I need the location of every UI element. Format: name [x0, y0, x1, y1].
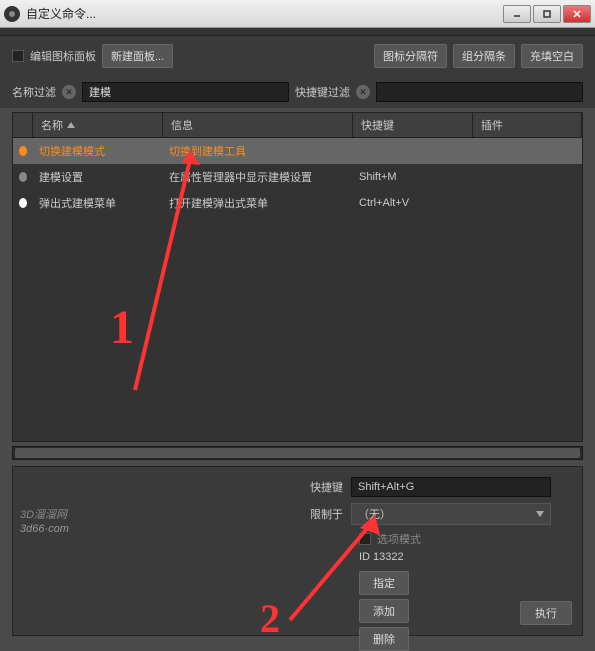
window-title: 自定义命令...: [26, 5, 503, 22]
filter-row: 名称过滤 ✕ 快捷键过滤 ✕: [0, 76, 595, 108]
details-panel: 快捷键 限制于 （无） 选项模式 ID 13322 指定 添加 删除 执行: [12, 466, 583, 636]
restrict-value: （无）: [358, 506, 391, 522]
edit-palette-checkbox[interactable]: [12, 50, 24, 62]
table-row[interactable]: 弹出式建模菜单 打开建模弹出式菜单 Ctrl+Alt+V: [13, 190, 582, 216]
toggle-icon: [19, 146, 27, 156]
id-text: ID 13322: [359, 551, 551, 563]
name-filter-label: 名称过滤: [12, 84, 56, 100]
shortcut-filter-input[interactable]: [376, 82, 583, 102]
shortcut-input[interactable]: [351, 477, 551, 497]
cell-shortcut: [353, 140, 473, 162]
th-plugin[interactable]: 插件: [473, 113, 582, 137]
fill-blank-button[interactable]: 充填空白: [521, 44, 583, 68]
th-info[interactable]: 信息: [163, 113, 353, 137]
new-palette-button[interactable]: 新建面板...: [102, 44, 173, 68]
table-row[interactable]: 切换建模模式 切换到建模工具: [13, 138, 582, 164]
clear-name-filter-icon[interactable]: ✕: [62, 85, 76, 99]
delete-button[interactable]: 删除: [359, 627, 409, 651]
cell-name: 弹出式建模菜单: [33, 192, 163, 214]
cell-shortcut: Shift+M: [353, 166, 473, 188]
th-name-label: 名称: [41, 117, 63, 133]
assign-button[interactable]: 指定: [359, 571, 409, 595]
option-mode-checkbox[interactable]: [359, 533, 371, 545]
option-mode-label: 选项模式: [377, 531, 421, 547]
group-separator-button[interactable]: 组分隔条: [453, 44, 515, 68]
grip-bar: [0, 28, 595, 36]
icon-separator-button[interactable]: 图标分隔符: [374, 44, 447, 68]
window-buttons: [503, 5, 591, 23]
maximize-button[interactable]: [533, 5, 561, 23]
name-filter-input[interactable]: [82, 82, 289, 102]
scrollbar-thumb[interactable]: [15, 448, 580, 458]
th-name[interactable]: 名称: [33, 113, 163, 137]
cell-name: 切换建模模式: [33, 140, 163, 162]
cell-info: 切换到建模工具: [163, 140, 353, 162]
shortcut-form-label: 快捷键: [303, 479, 343, 495]
th-check: [13, 113, 33, 137]
edit-palette-label: 编辑图标面板: [30, 48, 96, 64]
toolbar: 编辑图标面板 新建面板... 图标分隔符 组分隔条 充填空白: [0, 36, 595, 76]
gear-icon: [19, 172, 27, 182]
restrict-dropdown[interactable]: （无）: [351, 503, 551, 525]
minimize-button[interactable]: [503, 5, 531, 23]
app-icon: [4, 6, 20, 22]
th-shortcut[interactable]: 快捷键: [353, 113, 473, 137]
add-button[interactable]: 添加: [359, 599, 409, 623]
titlebar: 自定义命令...: [0, 0, 595, 28]
shortcut-filter-label: 快捷键过滤: [295, 84, 350, 100]
cell-info: 在属性管理器中显示建模设置: [163, 166, 353, 188]
cell-info: 打开建模弹出式菜单: [163, 192, 353, 214]
horizontal-scrollbar[interactable]: [12, 446, 583, 460]
popup-icon: [19, 198, 27, 208]
execute-button[interactable]: 执行: [520, 601, 572, 625]
chevron-down-icon: [536, 511, 544, 517]
restrict-label: 限制于: [303, 506, 343, 522]
close-button[interactable]: [563, 5, 591, 23]
cell-shortcut: Ctrl+Alt+V: [353, 192, 473, 214]
sort-asc-icon: [67, 122, 75, 128]
clear-shortcut-filter-icon[interactable]: ✕: [356, 85, 370, 99]
table-body: 切换建模模式 切换到建模工具 建模设置 在属性管理器中显示建模设置 Shift+…: [13, 138, 582, 441]
table-header: 名称 信息 快捷键 插件: [13, 113, 582, 138]
command-table: 名称 信息 快捷键 插件 切换建模模式 切换到建模工具 建模设置 在属性管理器中…: [12, 112, 583, 442]
cell-name: 建模设置: [33, 166, 163, 188]
table-row[interactable]: 建模设置 在属性管理器中显示建模设置 Shift+M: [13, 164, 582, 190]
